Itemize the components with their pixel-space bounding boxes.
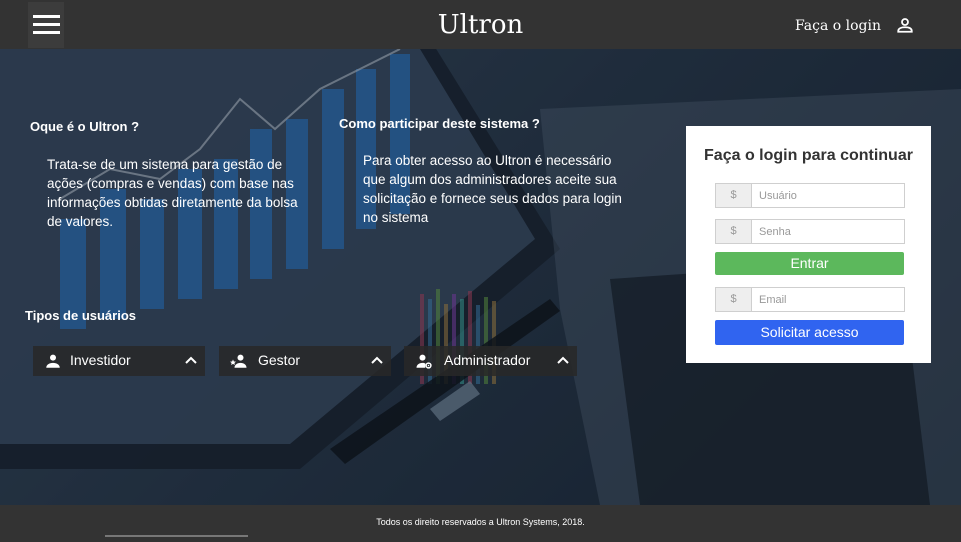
what-is-heading: Oque é o Ultron ? (30, 119, 140, 134)
how-to-join-text-line: no sistema (363, 210, 429, 225)
login-link[interactable]: Faça o login (781, 0, 961, 49)
how-to-join-heading: Como participar deste sistema ? (339, 116, 540, 131)
dollar-addon: $ (716, 288, 752, 311)
how-to-join-text: Para obter acesso ao Ultron é necessário… (363, 151, 663, 227)
login-link-label: Faça o login (795, 18, 881, 34)
what-is-text-line: Trata-se de um sistema para gestão de (47, 157, 283, 172)
footer-copyright: Todos os direito reservados a Ultron Sys… (376, 517, 585, 527)
request-access-button[interactable]: Solicitar acesso (715, 320, 904, 345)
what-is-text-line: de valores. (47, 214, 114, 229)
user-icon (897, 18, 913, 33)
user-type-investidor[interactable]: Investidor (33, 346, 205, 376)
what-is-text-line: informações obtidas diretamente da bolsa (47, 195, 298, 210)
email-input[interactable] (753, 290, 904, 309)
user-type-label: Investidor (70, 352, 131, 368)
username-field: $ (715, 183, 905, 208)
chevron-up-icon (185, 356, 197, 364)
password-field: $ (715, 219, 905, 244)
dollar-addon: $ (716, 184, 752, 207)
username-input[interactable] (753, 186, 904, 205)
what-is-text: Trata-se de um sistema para gestão de aç… (47, 155, 337, 231)
person-gear-icon (416, 354, 432, 369)
person-icon (46, 354, 60, 368)
email-field: $ (715, 287, 905, 312)
scrollbar-thumb[interactable] (105, 535, 248, 537)
how-to-join-text-line: solicitação e fornece seus dados para lo… (363, 191, 622, 206)
user-type-label: Gestor (258, 352, 301, 368)
dollar-addon: $ (716, 220, 752, 243)
user-type-administrador[interactable]: Administrador (404, 346, 577, 376)
password-input[interactable] (753, 222, 904, 241)
how-to-join-text-line: que algum dos administradores aceite sua (363, 172, 617, 187)
user-type-label: Administrador (444, 352, 531, 368)
chevron-up-icon (371, 356, 383, 364)
chevron-up-icon (557, 356, 569, 364)
user-types-heading: Tipos de usuários (25, 308, 137, 323)
person-star-icon (230, 354, 247, 368)
what-is-text-line: ações (compras e vendas) com base nas (47, 176, 294, 191)
how-to-join-text-line: Para obter acesso ao Ultron é necessário (363, 153, 612, 168)
login-card: Faça o login para continuar $ $ Entrar $… (686, 126, 931, 363)
top-navbar: Ultron Faça o login (0, 0, 961, 49)
user-type-gestor[interactable]: Gestor (219, 346, 391, 376)
enter-button[interactable]: Entrar (715, 252, 904, 275)
login-card-title: Faça o login para continuar (704, 147, 913, 164)
